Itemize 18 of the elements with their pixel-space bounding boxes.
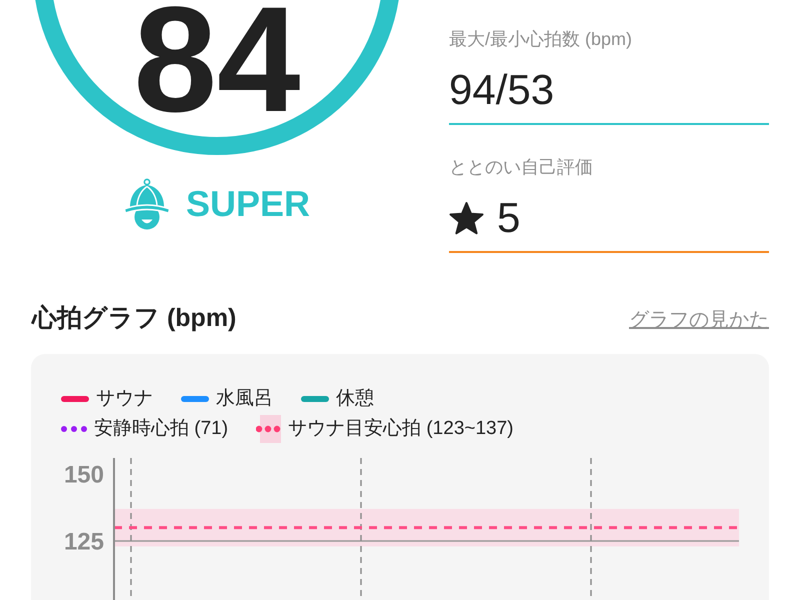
star-icon bbox=[449, 201, 484, 235]
legend-label: サウナ bbox=[96, 387, 153, 411]
axis-label: 150 bbox=[64, 462, 104, 489]
legend-label: 休憩 bbox=[336, 387, 374, 411]
legend-label: 安静時心拍 (71) bbox=[94, 417, 228, 441]
dotted-band-icon bbox=[256, 415, 282, 443]
legend-label: サウナ目安心拍 (123~137) bbox=[288, 417, 514, 441]
section-title: 心拍グラフ (bpm) bbox=[32, 303, 236, 333]
score-value: 84 bbox=[134, 4, 300, 114]
legend-label: 水風呂 bbox=[216, 387, 273, 411]
axis-label: 125 bbox=[64, 528, 104, 556]
stat-value: 94/53 bbox=[449, 65, 556, 115]
rating-value: 5 bbox=[497, 193, 520, 243]
stat-label: 最大/最小心拍数 (bpm) bbox=[449, 28, 634, 50]
stat-label: ととのい自己評価 bbox=[449, 156, 594, 178]
help-link[interactable]: グラフの見かた bbox=[629, 308, 769, 332]
hat-face-icon bbox=[124, 178, 170, 230]
rank-label: SUPER bbox=[186, 182, 310, 226]
